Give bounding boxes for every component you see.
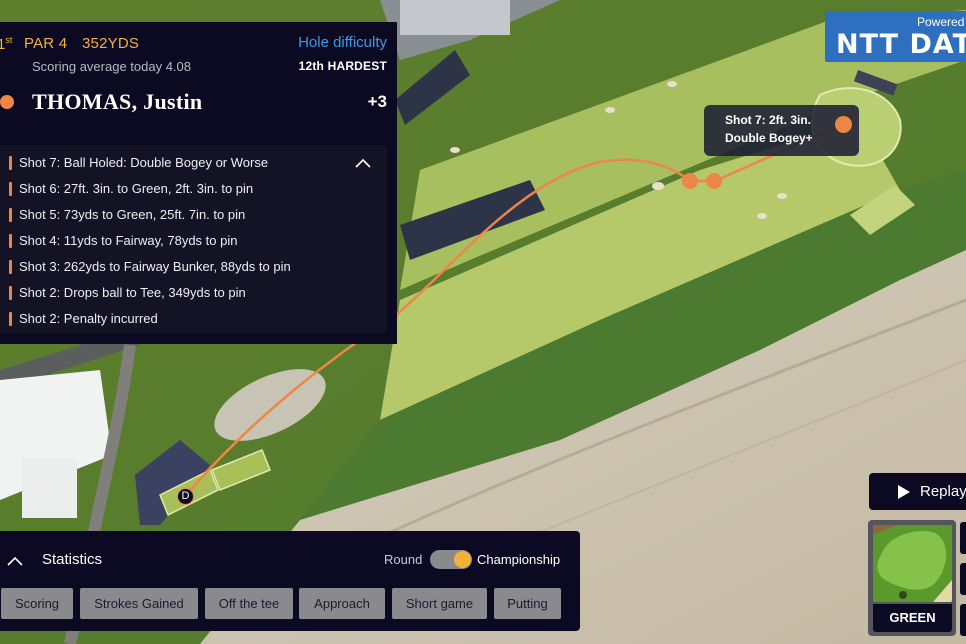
hole-number: 1st bbox=[0, 35, 13, 53]
shot-marker-bar bbox=[9, 182, 12, 196]
sponsor-badge: Powered by NTT DATA bbox=[825, 11, 966, 62]
shot-marker-bar bbox=[9, 260, 12, 274]
tab-short-game[interactable]: Short game bbox=[392, 588, 487, 619]
shot-text: Shot 5: 73yds to Green, 25ft. 7in. to pi… bbox=[19, 207, 246, 222]
hole-par: PAR 4 bbox=[24, 35, 68, 52]
green-view-label: GREEN bbox=[873, 604, 952, 632]
shot-text: Shot 7: Ball Holed: Double Bogey or Wors… bbox=[19, 155, 269, 170]
shot-item[interactable]: Shot 2: Drops ball to Tee, 349yds to pin bbox=[0, 280, 387, 306]
drop-marker-label: D bbox=[181, 490, 190, 502]
shots-list: Shot 7: Ball Holed: Double Bogey or Wors… bbox=[0, 145, 387, 333]
player-name: THOMAS, Justin bbox=[32, 89, 203, 114]
shot-item[interactable]: Shot 5: 73yds to Green, 25ft. 7in. to pi… bbox=[0, 202, 387, 228]
tab-scoring[interactable]: Scoring bbox=[1, 588, 73, 619]
replay-label: Replay bbox=[920, 483, 966, 500]
scoring-average: Scoring average today 4.08 bbox=[32, 59, 191, 74]
toggle-round-label[interactable]: Round bbox=[384, 552, 422, 567]
hole-difficulty-label: Hole difficulty bbox=[298, 34, 387, 51]
side-control-button-1[interactable] bbox=[960, 522, 966, 554]
tab-off-the-tee[interactable]: Off the tee bbox=[205, 588, 293, 619]
shot-item[interactable]: Shot 2: Penalty incurred bbox=[0, 306, 387, 332]
statistics-title: Statistics bbox=[42, 551, 103, 568]
hole-header: 1st PAR 4 352YDS Hole difficulty bbox=[0, 34, 387, 56]
shot-marker-bar bbox=[9, 208, 12, 222]
shot-item[interactable]: Shot 3: 262yds to Fairway Bunker, 88yds … bbox=[0, 254, 387, 280]
statistics-panel: Statistics Round Championship Scoring St… bbox=[0, 531, 580, 631]
shot-marker-bar bbox=[9, 156, 12, 170]
shot-text: Shot 3: 262yds to Fairway Bunker, 88yds … bbox=[19, 259, 291, 274]
shot-marker-5 bbox=[682, 173, 698, 189]
toggle-championship-label[interactable]: Championship bbox=[477, 552, 560, 567]
player-score: +3 bbox=[367, 92, 387, 111]
tab-strokes-gained[interactable]: Strokes Gained bbox=[80, 588, 198, 619]
shot-item[interactable]: Shot 7: Ball Holed: Double Bogey or Wors… bbox=[0, 150, 387, 176]
tab-putting[interactable]: Putting bbox=[494, 588, 561, 619]
drop-marker[interactable]: D bbox=[177, 488, 194, 505]
shot-item[interactable]: Shot 6: 27ft. 3in. to Green, 2ft. 3in. t… bbox=[0, 176, 387, 202]
shot-text: Shot 2: Penalty incurred bbox=[19, 311, 158, 326]
player-marker-icon bbox=[0, 95, 14, 109]
shot-text: Shot 6: 27ft. 3in. to Green, 2ft. 3in. t… bbox=[19, 181, 254, 196]
hole-difficulty-rank: 12th HARDEST bbox=[298, 59, 387, 73]
hole-yardage: 352YDS bbox=[82, 35, 140, 52]
shot-text: Shot 4: 11yds to Fairway, 78yds to pin bbox=[19, 233, 238, 248]
shot-tooltip: Shot 7: 2ft. 3in. Double Bogey+ bbox=[704, 105, 859, 156]
tooltip-shot-distance: Shot 7: 2ft. 3in. bbox=[725, 113, 812, 127]
replay-button[interactable]: Replay bbox=[869, 473, 966, 510]
shot-marker-bar bbox=[9, 234, 12, 248]
play-icon bbox=[898, 485, 910, 499]
green-view-button[interactable]: GREEN bbox=[868, 520, 956, 636]
shot-marker-bar bbox=[9, 286, 12, 300]
tab-approach[interactable]: Approach bbox=[299, 588, 385, 619]
shot-marker-bar bbox=[9, 312, 12, 326]
round-championship-toggle[interactable] bbox=[430, 550, 472, 569]
expand-statistics-button[interactable] bbox=[6, 553, 24, 569]
collapse-shots-button[interactable] bbox=[353, 155, 373, 171]
sponsor-logo: NTT DATA bbox=[836, 29, 966, 60]
shot-marker-6 bbox=[706, 173, 722, 189]
green-thumbnail bbox=[873, 525, 952, 602]
sponsor-powered-by: Powered by bbox=[917, 15, 966, 29]
shot-marker-7[interactable] bbox=[835, 116, 852, 133]
tooltip-shot-result: Double Bogey+ bbox=[725, 131, 813, 145]
shot-text: Shot 2: Drops ball to Tee, 349yds to pin bbox=[19, 285, 246, 300]
hole-info-card: 1st PAR 4 352YDS Hole difficulty Scoring… bbox=[0, 22, 397, 344]
chevron-up-icon bbox=[7, 556, 23, 566]
chevron-up-icon bbox=[355, 158, 371, 168]
side-control-button-2[interactable] bbox=[960, 563, 966, 595]
shot-item[interactable]: Shot 4: 11yds to Fairway, 78yds to pin bbox=[0, 228, 387, 254]
side-control-button-3[interactable] bbox=[960, 604, 966, 636]
green-map-icon bbox=[873, 525, 952, 602]
toggle-knob bbox=[454, 551, 471, 568]
